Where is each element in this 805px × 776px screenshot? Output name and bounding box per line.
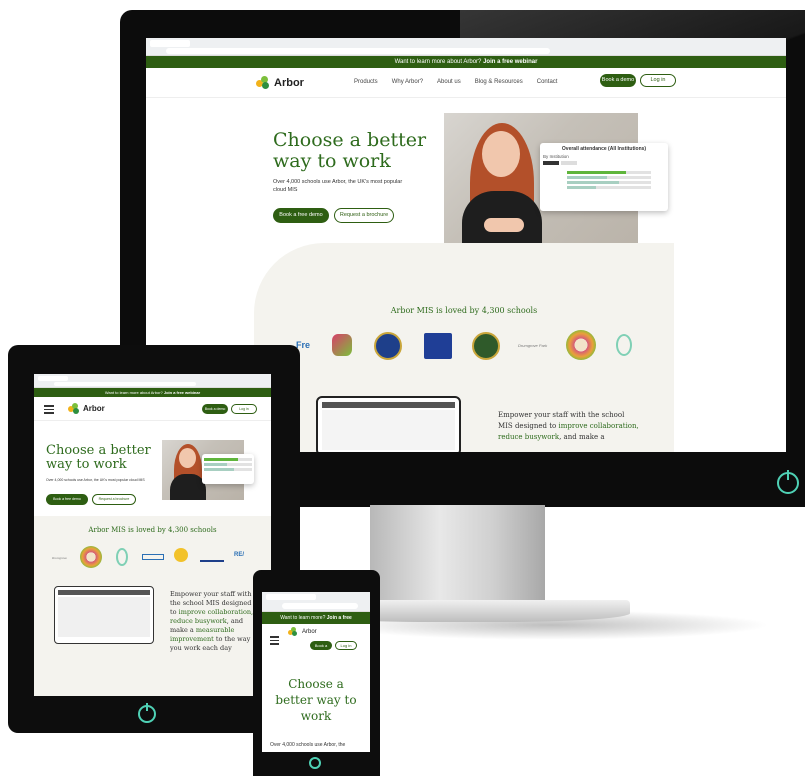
nav-why-arbor[interactable]: Why Arbor? (392, 79, 423, 85)
tablet-screen: Want to learn more about Arbor? Join a f… (34, 374, 271, 696)
nav-about[interactable]: About us (437, 79, 461, 85)
book-demo-button[interactable]: Book a demo (600, 74, 636, 87)
arbor-logo-icon (288, 627, 298, 637)
empower-text: Empower your staff with the school MIS d… (498, 411, 639, 441)
hero-subtitle: Over 4,000 schools use Arbor, the UK's m… (273, 179, 403, 193)
laptop-illustration (54, 586, 154, 644)
banner-text: Want to learn more about Arbor? (394, 59, 482, 65)
hero-title-line-2: better way to (275, 693, 357, 707)
hero-subtitle: Over 4,000 schools use Arbor, the (270, 742, 346, 748)
request-brochure-button[interactable]: Request a brochure (334, 208, 394, 223)
attendance-card-title: Overall attendance (All Institutions) (561, 146, 647, 152)
phone-nav: Arbor Book a Log in (262, 624, 370, 656)
loved-title: Arbor MIS is loved by 4,300 schools (88, 526, 217, 534)
banner-text: Want to learn more about Arbor? (104, 390, 163, 395)
improve-collaboration-link[interactable]: improve collaboration, (179, 608, 254, 616)
arbor-logo-icon (68, 403, 79, 414)
address-bar[interactable] (282, 603, 358, 609)
hamburger-icon[interactable] (44, 405, 54, 414)
request-brochure-button[interactable]: Request a brochure (92, 494, 136, 505)
brand-name: Arbor (302, 629, 317, 635)
attendance-card: Overall attendance (All Institutions) By… (540, 143, 668, 211)
nav-contact[interactable]: Contact (537, 79, 558, 85)
address-bar[interactable] (166, 48, 550, 54)
banner-link[interactable]: Join a free webinar (164, 390, 200, 395)
arbor-logo[interactable]: Arbor (288, 627, 317, 637)
log-in-button[interactable]: Log in (231, 404, 257, 414)
book-demo-button[interactable]: Book a (310, 641, 332, 650)
nav-blog[interactable]: Blog & Resources (475, 79, 523, 85)
hero-title: Choose a better way to work (262, 676, 370, 724)
banner-link[interactable]: Join a free webinar (483, 59, 537, 65)
laptop-illustration (316, 396, 461, 452)
banner-link[interactable]: Join a free (327, 615, 352, 621)
attendance-card (202, 454, 254, 484)
nav-products[interactable]: Products (354, 79, 378, 85)
top-nav: Arbor Products Why Arbor? About us Blog … (146, 68, 786, 98)
hero-title-line-1: Choose a better (46, 443, 151, 458)
log-in-button[interactable]: Log in (335, 641, 357, 650)
book-free-demo-button[interactable]: Book a free demo (273, 208, 329, 223)
improve-collaboration-link[interactable]: improve collaboration, (559, 422, 639, 430)
browser-tab[interactable] (150, 40, 190, 47)
hero-title-line-1: Choose a better (273, 129, 427, 151)
power-icon[interactable] (138, 703, 156, 723)
browser-tab[interactable] (38, 376, 68, 381)
banner-text: Want to learn more? (280, 615, 326, 621)
reduce-busywork-link[interactable]: reduce busywork (498, 433, 559, 441)
hero-title-line-3: work (300, 709, 332, 723)
log-in-button[interactable]: Log in (640, 74, 676, 87)
browser-chrome (146, 38, 786, 56)
improvement-link[interactable]: improvement (170, 635, 214, 643)
hero-title-line-2: way to work (46, 457, 127, 472)
arbor-logo-icon (256, 76, 270, 90)
browser-tab[interactable] (266, 594, 316, 600)
arbor-logo[interactable]: Arbor (256, 76, 304, 90)
brand-name: Arbor (83, 404, 105, 413)
empower-text: Empower your staff with the school MIS d… (170, 590, 254, 652)
power-icon[interactable] (309, 757, 321, 769)
measurable-link[interactable]: measurable (196, 626, 234, 634)
tablet-nav: Arbor Book a demo Log in (34, 397, 271, 421)
book-demo-button[interactable]: Book a demo (202, 404, 228, 414)
nav-menu: Products Why Arbor? About us Blog & Reso… (354, 79, 557, 85)
address-bar[interactable] (54, 382, 197, 386)
browser-chrome (262, 592, 370, 612)
hero-title-line-1: Choose a (288, 677, 344, 691)
hero-title: Choose a better way to work (273, 130, 426, 172)
arbor-logo[interactable]: Arbor (68, 403, 105, 414)
hero-title: Choose a better way to work (46, 444, 151, 472)
hamburger-icon[interactable] (270, 636, 279, 645)
browser-chrome (34, 374, 271, 388)
phone-screen: Want to learn more? Join a free Arbor Bo… (262, 592, 370, 752)
brand-name: Arbor (274, 77, 304, 89)
monitor-stand-neck (370, 505, 545, 605)
attendance-bars (567, 171, 651, 189)
power-icon[interactable] (777, 470, 799, 494)
attendance-card-subtitle: By Institution (543, 154, 569, 159)
webinar-banner: Want to learn more about Arbor? Join a f… (146, 56, 786, 68)
hero-subtitle: Over 4,000 schools use Arbor, the UK's m… (46, 478, 145, 482)
webinar-banner: Want to learn more about Arbor? Join a f… (34, 388, 271, 397)
webinar-banner: Want to learn more? Join a free (262, 612, 370, 624)
book-free-demo-button[interactable]: Book a free demo (46, 494, 88, 505)
loved-title: Arbor MIS is loved by 4,300 schools (390, 306, 538, 315)
reduce-busywork-link[interactable]: reduce busywork (170, 617, 227, 625)
hero-title-line-2: way to work (273, 150, 391, 172)
